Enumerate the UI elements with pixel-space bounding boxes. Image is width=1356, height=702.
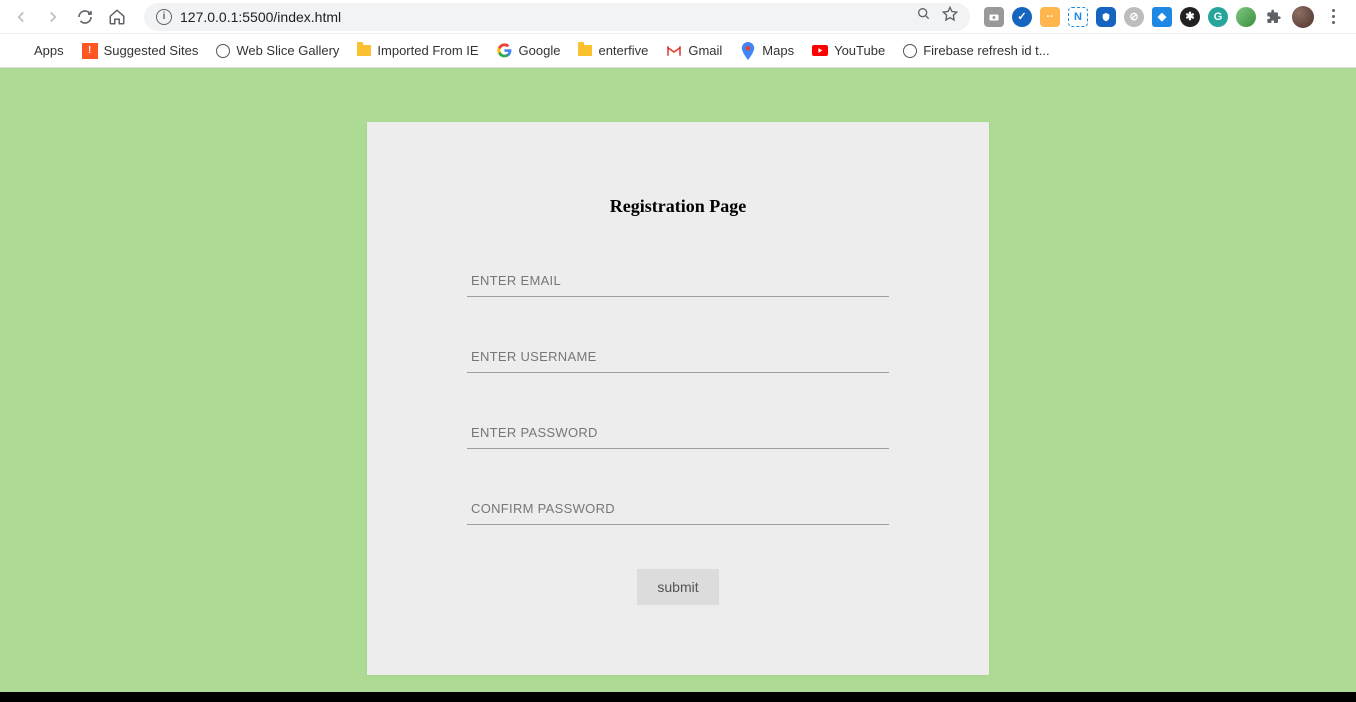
bookmark-imported[interactable]: Imported From IE <box>357 43 478 58</box>
bookmark-enterfive[interactable]: enterfive <box>578 43 648 58</box>
bookmark-label: YouTube <box>834 43 885 58</box>
confirm-password-input[interactable] <box>467 493 889 525</box>
form-title: Registration Page <box>467 196 889 217</box>
puzzle-icon[interactable] <box>1264 7 1284 27</box>
back-button[interactable] <box>8 4 34 30</box>
bookmark-label: Gmail <box>688 43 722 58</box>
password-field-row <box>467 417 889 449</box>
star-icon[interactable] <box>942 6 958 27</box>
dark-ext-icon[interactable]: ✱ <box>1180 7 1200 27</box>
bookmark-label: Maps <box>762 43 794 58</box>
reload-button[interactable] <box>72 4 98 30</box>
globe-icon <box>216 44 230 58</box>
email-input[interactable] <box>467 265 889 297</box>
browser-menu[interactable] <box>1322 9 1344 24</box>
bookmark-label: Google <box>519 43 561 58</box>
bookmark-label: Imported From IE <box>377 43 478 58</box>
registration-card: Registration Page submit <box>367 122 989 675</box>
bookmark-firebase[interactable]: Firebase refresh id t... <box>903 43 1049 58</box>
bookmark-webslice[interactable]: Web Slice Gallery <box>216 43 339 58</box>
submit-button[interactable]: submit <box>637 569 718 605</box>
bookmark-label: enterfive <box>598 43 648 58</box>
url-bar[interactable]: i 127.0.0.1:5500/index.html <box>144 3 970 31</box>
url-text: 127.0.0.1:5500/index.html <box>180 9 341 25</box>
bookmark-apps[interactable]: Apps <box>12 43 64 59</box>
folder-icon <box>357 45 371 56</box>
password-input[interactable] <box>467 417 889 449</box>
browser-toolbar: i 127.0.0.1:5500/index.html ✓ ·· N ⊘ ◆ ✱… <box>0 0 1356 34</box>
profile-avatar[interactable] <box>1292 6 1314 28</box>
confirm-field-row <box>467 493 889 525</box>
google-icon <box>497 43 513 59</box>
submit-row: submit <box>467 569 889 605</box>
home-button[interactable] <box>104 4 130 30</box>
check-ext-icon[interactable]: ✓ <box>1012 7 1032 27</box>
zoom-icon[interactable] <box>916 6 932 27</box>
block-ext-icon[interactable]: ⊘ <box>1124 7 1144 27</box>
bottom-bar <box>0 692 1356 702</box>
bookmark-label: Suggested Sites <box>104 43 199 58</box>
g-ext-icon[interactable]: G <box>1208 7 1228 27</box>
maps-icon <box>740 43 756 59</box>
gmail-icon <box>666 43 682 59</box>
bookmark-label: Web Slice Gallery <box>236 43 339 58</box>
apps-icon <box>12 43 28 59</box>
extension-icons: ✓ ·· N ⊘ ◆ ✱ G <box>984 6 1348 28</box>
n-ext-icon[interactable]: N <box>1068 7 1088 27</box>
suggested-icon: ! <box>82 43 98 59</box>
bookmark-label: Firebase refresh id t... <box>923 43 1049 58</box>
username-input[interactable] <box>467 341 889 373</box>
bookmark-suggested[interactable]: ! Suggested Sites <box>82 43 199 59</box>
shield-ext-icon[interactable] <box>1096 7 1116 27</box>
bookmark-label: Apps <box>34 43 64 58</box>
page-body: Registration Page submit <box>0 68 1356 692</box>
camera-ext-icon[interactable] <box>984 7 1004 27</box>
forward-button[interactable] <box>40 4 66 30</box>
bookmark-google[interactable]: Google <box>497 43 561 59</box>
blue-ext-icon[interactable]: ◆ <box>1152 7 1172 27</box>
folder-icon <box>578 45 592 56</box>
username-field-row <box>467 341 889 373</box>
bookmark-maps[interactable]: Maps <box>740 43 794 59</box>
bookmarks-bar: Apps ! Suggested Sites Web Slice Gallery… <box>0 34 1356 68</box>
bookmark-youtube[interactable]: YouTube <box>812 43 885 58</box>
globe-icon <box>903 44 917 58</box>
youtube-icon <box>812 45 828 56</box>
leaf-ext-icon[interactable] <box>1236 7 1256 27</box>
email-field-row <box>467 265 889 297</box>
box-ext-icon[interactable]: ·· <box>1040 7 1060 27</box>
bookmark-gmail[interactable]: Gmail <box>666 43 722 59</box>
site-info-icon[interactable]: i <box>156 9 172 25</box>
